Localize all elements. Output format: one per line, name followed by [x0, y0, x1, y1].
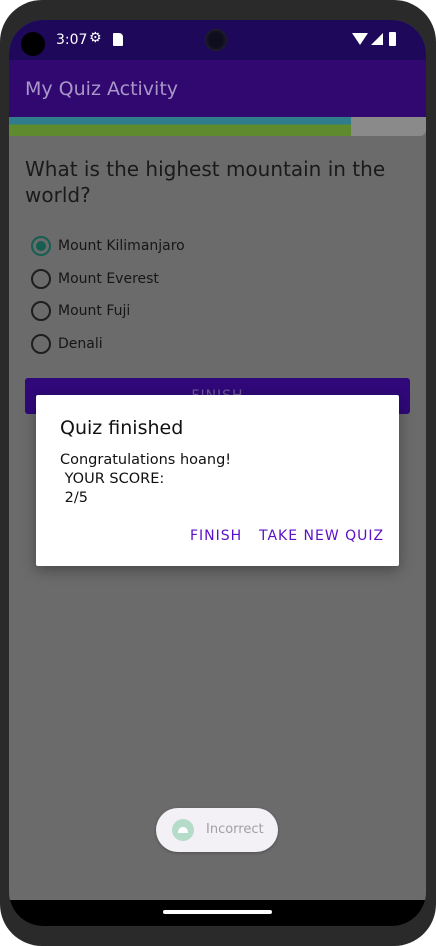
option-fuji[interactable]: Mount Fuji [31, 295, 185, 328]
radio-button[interactable] [31, 268, 51, 289]
radio-button[interactable] [31, 333, 51, 354]
dialog-message: Congratulations hoang! YOUR SCORE: 2/5 [60, 452, 232, 506]
punch-hole-camera [205, 29, 227, 51]
device-frame: 3:07 ⚙ My Quiz Activity What is the high… [0, 0, 436, 946]
option-everest[interactable]: Mount Everest [31, 263, 185, 296]
quiz-finished-dialog: Quiz finished Congratulations hoang! YOU… [36, 395, 399, 566]
radio-button[interactable] [31, 301, 51, 322]
screen: 3:07 ⚙ My Quiz Activity What is the high… [9, 20, 426, 926]
status-time: 3:07 [56, 32, 88, 48]
settings-icon: ⚙ [89, 30, 102, 46]
option-label: Mount Everest [58, 270, 159, 287]
option-label: Denali [58, 335, 103, 352]
sd-card-icon [113, 33, 123, 46]
signal-icon [371, 33, 383, 45]
battery-icon [389, 32, 396, 46]
question-text: What is the highest mountain in the worl… [25, 157, 386, 207]
app-title: My Quiz Activity [25, 78, 179, 100]
quiz-progress-fill [9, 117, 351, 136]
option-label: Mount Fuji [58, 303, 131, 320]
dialog-title: Quiz finished [60, 417, 184, 439]
toast: Incorrect [156, 808, 278, 852]
toast-text: Incorrect [206, 822, 264, 837]
dialog-finish-button[interactable]: FINISH [190, 528, 242, 544]
option-label: Mount Kilimanjaro [58, 238, 185, 255]
take-new-quiz-button[interactable]: TAKE NEW QUIZ [259, 528, 384, 544]
android-icon [172, 819, 194, 841]
option-denali[interactable]: Denali [31, 328, 185, 361]
quiz-progress-bar [9, 117, 426, 136]
navigation-bar [9, 900, 426, 926]
front-camera [21, 32, 45, 56]
option-kilimanjaro[interactable]: Mount Kilimanjaro [31, 230, 185, 263]
radio-button-checked[interactable] [31, 236, 51, 257]
app-bar: My Quiz Activity [9, 60, 426, 117]
status-bar: 3:07 ⚙ [9, 20, 426, 60]
answer-options: Mount Kilimanjaro Mount Everest Mount Fu… [31, 230, 185, 360]
home-gesture-handle[interactable] [163, 910, 272, 914]
wifi-icon [352, 33, 368, 45]
